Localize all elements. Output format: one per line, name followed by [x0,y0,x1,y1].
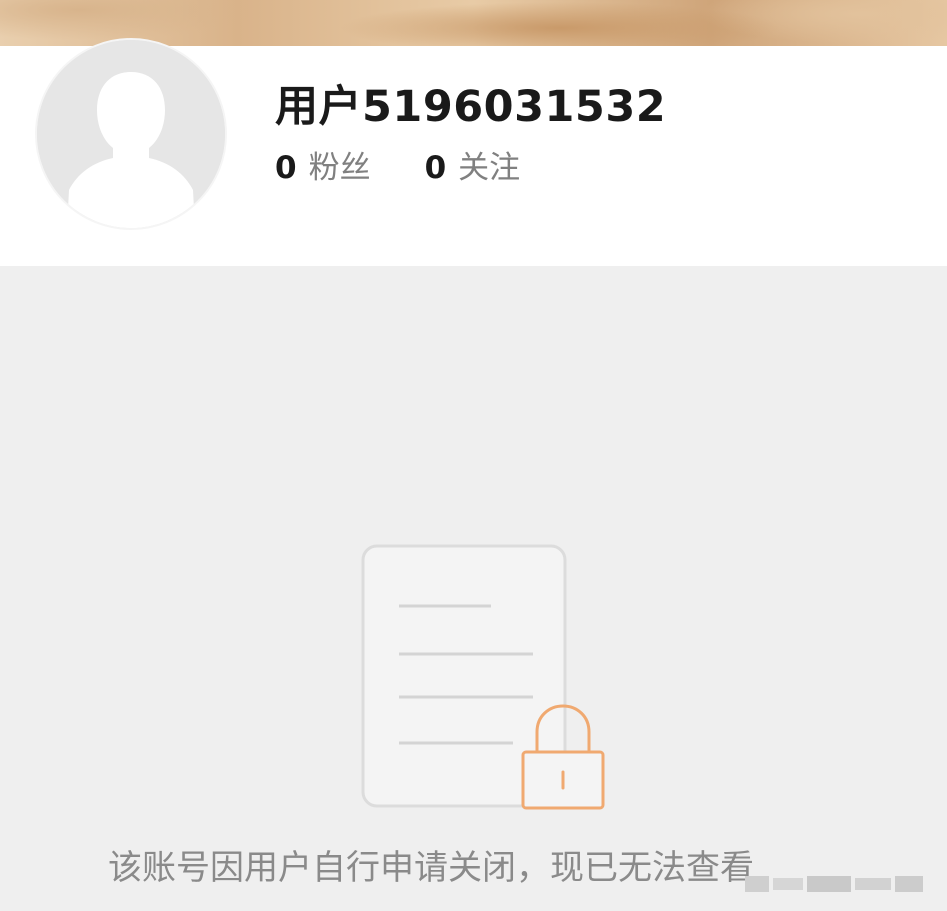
profile-stats: 0 粉丝 0 关注 [275,142,520,187]
username: 用户5196031532 [275,82,667,132]
default-avatar-icon [37,40,225,228]
following-label: 关注 [458,150,521,186]
profile-header: 用户5196031532 0 粉丝 0 关注 [0,38,947,266]
following-count: 0 [424,150,447,186]
followers-stat[interactable]: 0 粉丝 [275,142,371,187]
followers-count: 0 [275,150,297,186]
watermark-blur [745,876,923,892]
followers-label: 粉丝 [308,150,371,186]
locked-document-icon [361,544,605,810]
avatar[interactable] [35,38,227,230]
profile-page: 用户5196031532 0 粉丝 0 关注 该账号因用户自行申请关闭，现已无法… [0,0,947,911]
following-stat[interactable]: 0 关注 [425,142,521,187]
